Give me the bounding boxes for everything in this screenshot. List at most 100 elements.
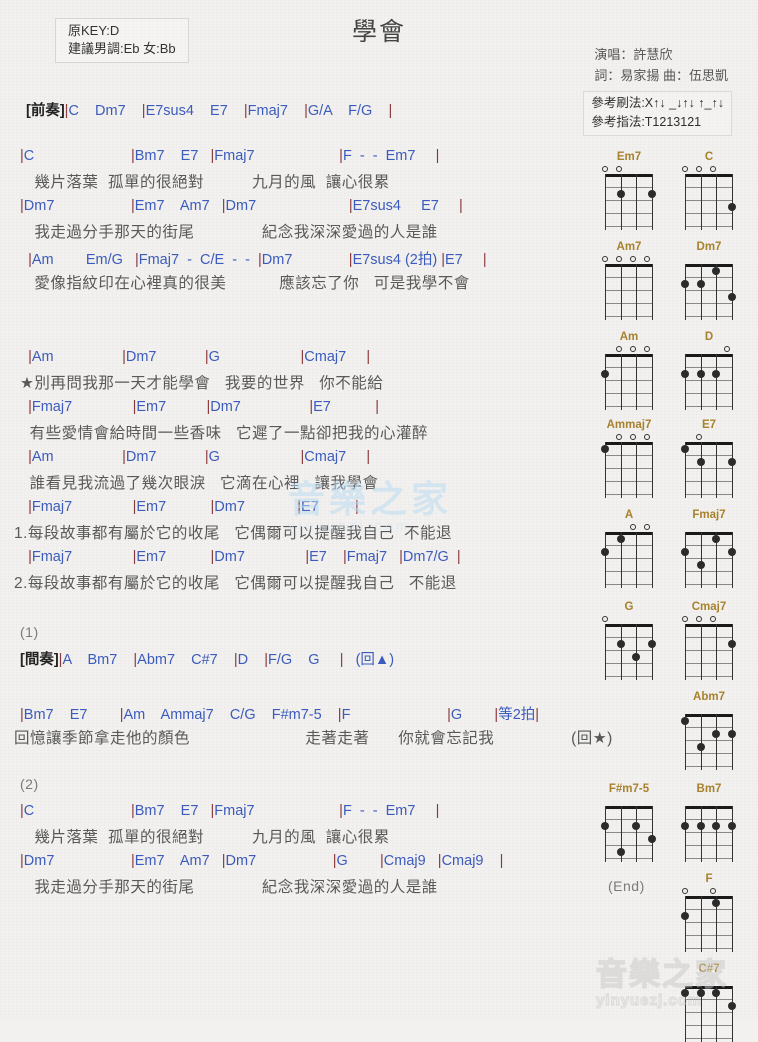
open-string-markers	[678, 433, 740, 442]
finger-dot	[696, 369, 705, 378]
finger-dot	[712, 369, 721, 378]
finger-dot	[647, 639, 656, 648]
open-string-circle-icon	[616, 166, 622, 172]
chord-diagram-abm7: Abm7	[678, 690, 740, 770]
chord-diagram-name: D	[704, 331, 714, 343]
nut	[605, 354, 653, 357]
nut	[685, 986, 733, 989]
string-line	[636, 532, 638, 588]
string-line	[605, 624, 606, 680]
string-line	[685, 896, 686, 952]
fret-line	[685, 303, 733, 304]
nut	[605, 532, 653, 535]
nut	[685, 532, 733, 535]
finger-dot	[712, 534, 721, 543]
nut	[685, 896, 733, 899]
fret-line	[605, 637, 653, 638]
fret-line	[605, 277, 653, 278]
chord-diagram-name: Fmaj7	[692, 509, 726, 521]
string-line	[620, 264, 622, 320]
chords-verse2-line2: |Dm7 |Em7 Am7 |Dm7 |G |Cmaj9 |Cmaj9 |	[20, 853, 504, 869]
fret-line	[685, 637, 733, 638]
string-line	[605, 354, 606, 410]
chord-diagram-name: Am	[619, 331, 639, 343]
fret-line	[685, 316, 733, 317]
fret-line	[605, 858, 653, 859]
open-string-circle-icon	[602, 166, 608, 172]
chord-diagram-name: E7	[701, 419, 717, 431]
finger-dot	[712, 729, 721, 738]
finger-dot	[696, 457, 705, 466]
fret-line	[605, 676, 653, 677]
open-string-markers	[678, 797, 740, 806]
fret-line	[685, 393, 733, 394]
lyrics-ending2: 2.每段故事都有屬於它的收尾 它偶爾可以提醒我自己 不能退	[14, 575, 457, 592]
string-line	[700, 264, 702, 320]
fret-line	[685, 999, 733, 1000]
string-line	[731, 532, 733, 588]
nut	[605, 806, 653, 809]
lyrics-verse1-line3: 愛像指紋印在心裡真的很美 應該忘了你 可是我學不會	[20, 275, 470, 292]
fret-line	[605, 226, 653, 227]
lyrics-chorus-line1: ★別再問我那一天才能學會 我要的世界 你不能給	[20, 375, 384, 392]
finger-dot	[696, 988, 705, 997]
string-line	[685, 174, 686, 230]
chords-chorus-line3: |Am |Dm7 |G |Cmaj7 |	[28, 449, 371, 465]
finger-dot	[601, 547, 609, 556]
chord-diagram-cmaj7: Cmaj7	[678, 600, 740, 680]
finger-dot	[727, 821, 736, 830]
chords-verse1-line1: |C |Bm7 E7 |Fmaj7 |F - - Em7 |	[20, 148, 440, 164]
string-line	[605, 264, 606, 320]
lyrics-verse2-line2: 我走過分手那天的街尾 紀念我深深愛過的人是誰	[20, 879, 438, 896]
open-string-circle-icon	[682, 616, 688, 622]
finger-dot	[601, 444, 609, 453]
open-string-circle-icon	[616, 346, 622, 352]
fret-line	[685, 558, 733, 559]
fret-line	[605, 187, 653, 188]
finger-dot	[632, 652, 641, 661]
string-line	[651, 442, 653, 498]
finger-dot	[681, 369, 689, 378]
fret-line	[685, 858, 733, 859]
fret-line	[685, 200, 733, 201]
finger-dot	[616, 847, 625, 856]
finger-dot	[601, 821, 609, 830]
finger-dot	[681, 547, 689, 556]
nut	[685, 174, 733, 177]
finger-dot	[647, 834, 656, 843]
fret-line	[605, 832, 653, 833]
fret-line	[605, 481, 653, 482]
fretboard-grid	[601, 532, 653, 588]
fret-line	[685, 367, 733, 368]
finger-dot	[681, 821, 689, 830]
fretboard-grid	[605, 264, 653, 320]
finger-dot	[696, 821, 705, 830]
fret-line	[685, 740, 733, 741]
fretboard-grid	[605, 174, 656, 230]
section-interlude: [間奏]|A Bm7 |Abm7 C#7 |D |F/G G | (回▲)	[20, 648, 394, 669]
finger-dot	[696, 560, 705, 569]
finger-dot	[616, 534, 625, 543]
open-string-circle-icon	[682, 166, 688, 172]
fret-line	[685, 1025, 733, 1026]
open-string-circle-icon	[630, 346, 636, 352]
string-line	[620, 624, 622, 680]
fret-line	[685, 481, 733, 482]
string-line	[716, 442, 718, 498]
finger-dot	[727, 639, 736, 648]
chord-diagram-name: Abm7	[693, 691, 725, 703]
open-string-circle-icon	[696, 434, 702, 440]
string-line	[700, 442, 702, 498]
chord-diagram-name: Dm7	[696, 241, 722, 253]
fret-line	[685, 935, 733, 936]
finger-dot	[712, 988, 721, 997]
fret-line	[685, 290, 733, 291]
open-string-markers	[598, 523, 660, 532]
chord-diagram-name: F#m7-5	[608, 783, 650, 795]
finger-dot	[712, 821, 721, 830]
fret-line	[685, 406, 733, 407]
fret-line	[605, 455, 653, 456]
chord-diagram-fm7-5: F#m7-5	[598, 782, 660, 862]
fret-line	[685, 663, 733, 664]
fret-line	[605, 584, 653, 585]
